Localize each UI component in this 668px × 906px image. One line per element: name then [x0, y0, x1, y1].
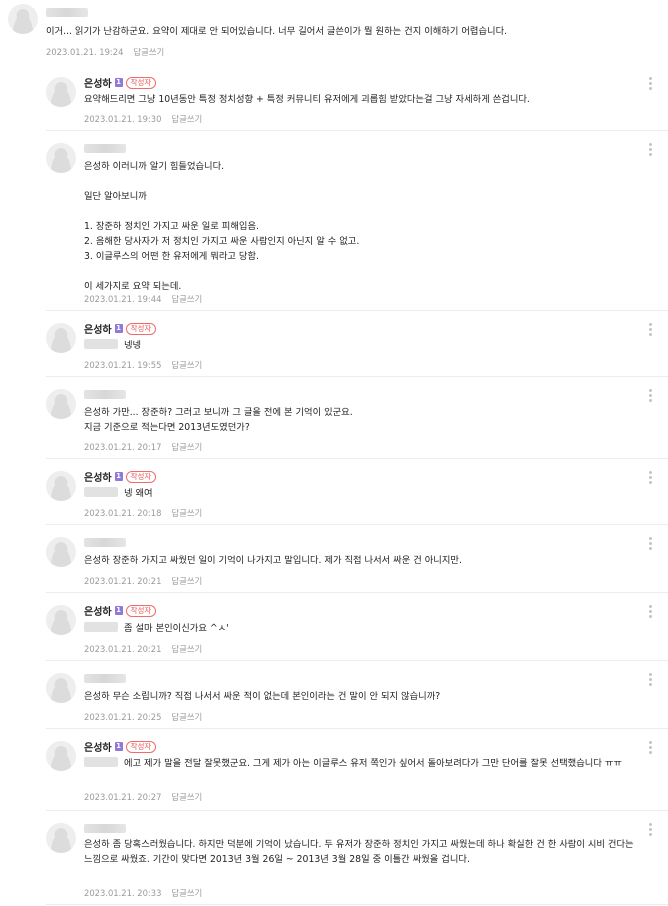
level-badge: 1 [114, 606, 123, 615]
avatar[interactable] [46, 537, 76, 567]
comment-thread: 이거... 읽기가 난감하군요. 요약이 제대로 안 되어있습니다. 너무 길어… [0, 0, 668, 906]
comment-date: 2023.01.21. 19:30 [84, 114, 162, 124]
writer-badge: 작성자 [125, 322, 157, 335]
comment-item: 이거... 읽기가 난감하군요. 요약이 제대로 안 되어있습니다. 너무 길어… [8, 4, 668, 64]
reply-button[interactable]: 답글쓰기 [171, 294, 202, 304]
reply-button[interactable]: 답글쓰기 [171, 576, 202, 586]
avatar[interactable] [46, 143, 76, 173]
author-name[interactable]: 은성하 [84, 469, 112, 484]
comment-date: 2023.01.21. 20:17 [84, 442, 162, 452]
comment-text: 은성하 장준하 가지고 싸웠던 일이 기억이 나가지고 말입니다. 제가 직접 … [84, 555, 462, 566]
comment-text: 요약해드리면 그냥 10년동안 특정 정치성향 + 특정 커뮤니티 유저에게 괴… [84, 94, 530, 105]
author-name[interactable]: 은성하 [84, 739, 112, 754]
reply-button[interactable]: 답글쓰기 [171, 792, 202, 802]
mention-blurred[interactable] [84, 339, 118, 349]
reply-item: 은성하 1 작성자 넹 왜여 2023.01.21. 20:18 답글쓰기 [46, 465, 668, 525]
author-name[interactable]: 은성하 [84, 321, 112, 336]
reply-item: 은성하 좀 당혹스러웠습니다. 하지만 덕분에 기억이 났습니다. 두 유저가 … [46, 817, 668, 905]
comment-text: 에고 제가 말을 전달 잘못했군요. 그게 제가 아는 이글루스 유저 쪽인가 … [84, 756, 648, 771]
author-name-blurred[interactable] [84, 674, 126, 683]
comment-date: 2023.01.21. 20:18 [84, 508, 162, 518]
author-name-blurred[interactable] [84, 390, 126, 399]
mention-blurred[interactable] [84, 622, 118, 632]
more-options-icon[interactable] [649, 471, 652, 484]
comment-text: 은성하 무슨 소립니까? 직접 나서서 싸운 적이 없는데 본인이라는 건 말이… [84, 691, 441, 702]
avatar[interactable] [46, 741, 76, 771]
reply-button[interactable]: 답글쓰기 [171, 508, 202, 518]
avatar[interactable] [46, 471, 76, 501]
avatar[interactable] [46, 77, 76, 107]
avatar[interactable] [46, 323, 76, 353]
reply-item: 은성하 1 작성자 에고 제가 말을 전달 잘못했군요. 그게 제가 아는 이글루스… [46, 735, 668, 811]
level-badge: 1 [114, 472, 123, 481]
reply-item: 은성하 1 작성자 요약해드리면 그냥 10년동안 특정 정치성향 + 특정 커뮤니… [46, 71, 668, 131]
comment-date: 2023.01.21. 20:21 [84, 576, 162, 586]
writer-badge: 작성자 [125, 76, 157, 89]
more-options-icon[interactable] [649, 323, 652, 336]
more-options-icon[interactable] [649, 389, 652, 402]
comment-text: 넹넹 [84, 338, 648, 353]
comment-date: 2023.01.21. 19:24 [46, 47, 124, 57]
reply-button[interactable]: 답글쓰기 [171, 442, 202, 452]
more-options-icon[interactable] [649, 605, 652, 618]
avatar[interactable] [8, 4, 38, 34]
reply-button[interactable]: 답글쓰기 [133, 47, 164, 57]
author-name-blurred[interactable] [84, 538, 126, 547]
avatar[interactable] [46, 673, 76, 703]
comment-date: 2023.01.21. 20:33 [84, 888, 162, 898]
mention-blurred[interactable] [84, 487, 118, 497]
reply-button[interactable]: 답글쓰기 [171, 114, 202, 124]
author-name[interactable]: 은성하 [84, 75, 112, 90]
comment-text: 좀 설마 본인이신가요 ^ㅅ' [84, 621, 648, 636]
comment-date: 2023.01.21. 20:25 [84, 712, 162, 722]
author-name-blurred[interactable] [84, 824, 126, 833]
avatar[interactable] [46, 605, 76, 635]
more-options-icon[interactable] [649, 673, 652, 686]
reply-button[interactable]: 답글쓰기 [171, 712, 202, 722]
writer-badge: 작성자 [125, 604, 157, 617]
writer-badge: 작성자 [125, 740, 157, 753]
comment-date: 2023.01.21. 20:27 [84, 792, 162, 802]
avatar[interactable] [46, 823, 76, 853]
level-badge: 1 [114, 742, 123, 751]
reply-button[interactable]: 답글쓰기 [171, 888, 202, 898]
reply-item: 은성하 장준하 가지고 싸웠던 일이 기억이 나가지고 말입니다. 제가 직접 … [46, 531, 668, 593]
comment-date: 2023.01.21. 19:55 [84, 360, 162, 370]
more-options-icon[interactable] [649, 537, 652, 550]
comment-text: 넹 왜여 [84, 486, 648, 501]
avatar[interactable] [46, 389, 76, 419]
author-name[interactable]: 은성하 [84, 603, 112, 618]
comment-date: 2023.01.21. 20:21 [84, 644, 162, 654]
reply-item: 은성하 무슨 소립니까? 직접 나서서 싸운 적이 없는데 본인이라는 건 말이… [46, 667, 668, 729]
comment-text: 은성하 좀 당혹스러웠습니다. 하지만 덕분에 기억이 났습니다. 두 유저가 … [84, 839, 634, 865]
author-name-blurred[interactable] [46, 8, 88, 17]
reply-button[interactable]: 답글쓰기 [171, 644, 202, 654]
more-options-icon[interactable] [649, 77, 652, 90]
writer-badge: 작성자 [125, 470, 157, 483]
more-options-icon[interactable] [649, 741, 652, 754]
reply-item: 은성하 이러니까 알기 힘들었습니다. 일단 알아보니까 1. 장준하 정치인 … [46, 137, 668, 311]
reply-item: 은성하 1 작성자 넹넹 2023.01.21. 19:55 답글쓰기 [46, 317, 668, 377]
reply-item: 은성하 가만... 장준하? 그러고 보니까 그 글을 전에 본 기억이 있군요… [46, 383, 668, 459]
comment-text: 은성하 이러니까 알기 힘들었습니다. 일단 알아보니까 1. 장준하 정치인 … [84, 161, 360, 292]
mention-blurred[interactable] [84, 757, 118, 767]
reply-item: 은성하 1 작성자 좀 설마 본인이신가요 ^ㅅ' 2023.01.21. 20:2… [46, 599, 668, 661]
comment-text: 은성하 가만... 장준하? 그러고 보니까 그 글을 전에 본 기억이 있군요… [84, 407, 353, 433]
more-options-icon[interactable] [649, 143, 652, 156]
level-badge: 1 [114, 324, 123, 333]
comment-date: 2023.01.21. 19:44 [84, 294, 162, 304]
level-badge: 1 [114, 78, 123, 87]
comment-text: 이거... 읽기가 난감하군요. 요약이 제대로 안 되어있습니다. 너무 길어… [46, 26, 508, 37]
more-options-icon[interactable] [649, 823, 652, 836]
reply-button[interactable]: 답글쓰기 [171, 360, 202, 370]
author-name-blurred[interactable] [84, 144, 126, 153]
